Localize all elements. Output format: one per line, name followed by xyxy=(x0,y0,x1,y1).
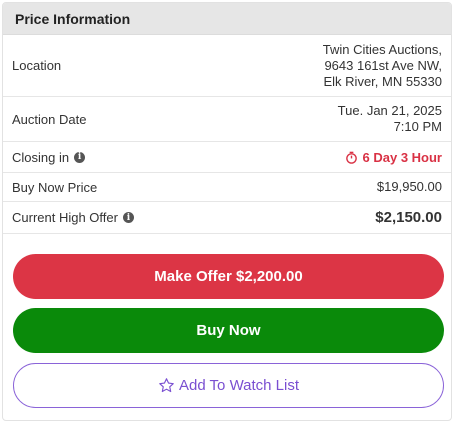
card-title: Price Information xyxy=(15,10,131,27)
closing-label: Closing in xyxy=(12,149,70,165)
high-offer-label-group: Current High Offer i xyxy=(12,210,134,225)
location-row: Location Twin Cities Auctions, 9643 161s… xyxy=(3,35,451,97)
info-icon[interactable]: i xyxy=(122,212,134,223)
buy-now-price-value: $19,950.00 xyxy=(376,179,442,194)
buy-now-price-row: Buy Now Price $19,950.00 xyxy=(3,173,451,202)
location-line-2: 9643 161st Ave NW, xyxy=(324,57,442,73)
card-header: Price Information xyxy=(3,3,451,35)
buy-now-label: Buy Now xyxy=(196,322,261,339)
auction-date-row: Auction Date Tue. Jan 21, 2025 7:10 PM xyxy=(3,97,451,142)
auction-date-time: 7:10 PM xyxy=(393,119,442,134)
price-information-card: Price Information Location Twin Cities A… xyxy=(2,2,452,421)
high-offer-value: $2,150.00 xyxy=(375,208,442,226)
location-line-3: Elk River, MN 55330 xyxy=(323,73,443,89)
auction-date-label: Auction Date xyxy=(12,111,87,127)
location-label: Location xyxy=(12,58,62,73)
buy-now-price-label: Buy Now Price xyxy=(12,179,98,195)
high-offer-label: Current High Offer xyxy=(12,210,118,225)
stopwatch-icon xyxy=(345,151,358,164)
closing-row: Closing in i 6 Day 3 Hour xyxy=(3,142,451,173)
location-line-1: Twin Cities Auctions, xyxy=(322,41,442,57)
make-offer-button[interactable]: Make Offer $2,200.00 xyxy=(13,254,444,299)
add-to-watch-list-label: Add To Watch List xyxy=(178,377,300,394)
location-value: Twin Cities Auctions, 9643 161st Ave NW,… xyxy=(323,42,442,90)
auction-date-day: Tue. Jan 21, 2025 xyxy=(337,103,442,118)
make-offer-label: Make Offer $2,200.00 xyxy=(154,268,303,285)
high-offer-row: Current High Offer i $2,150.00 xyxy=(3,202,451,234)
closing-value-group: 6 Day 3 Hour xyxy=(345,150,442,165)
buy-now-button[interactable]: Buy Now xyxy=(13,308,444,353)
closing-label-group: Closing in i xyxy=(12,149,86,165)
closing-value: 6 Day 3 Hour xyxy=(362,149,442,165)
add-to-watch-list-button[interactable]: Add To Watch List xyxy=(13,363,444,408)
info-icon[interactable]: i xyxy=(74,151,86,163)
star-icon xyxy=(158,377,175,394)
auction-date-value: Tue. Jan 21, 2025 7:10 PM xyxy=(338,103,442,135)
